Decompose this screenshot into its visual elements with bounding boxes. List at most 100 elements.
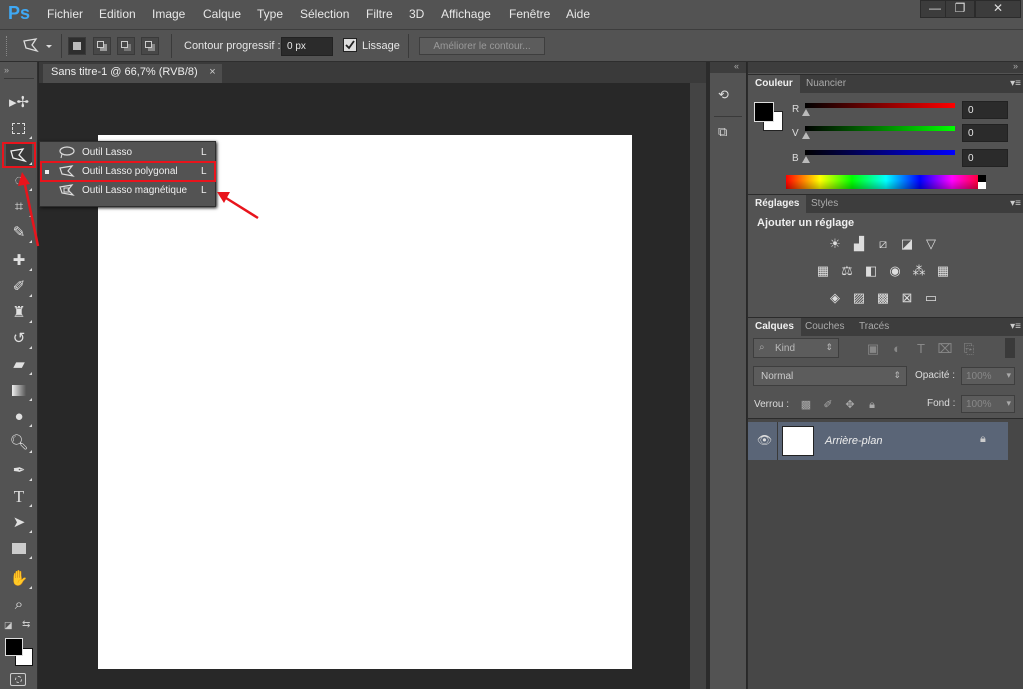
color-spectrum-ramp[interactable]	[786, 175, 986, 189]
photo-filter-icon[interactable]: ◉	[887, 263, 903, 279]
fill-field[interactable]: 100% ▾	[961, 395, 1015, 413]
green-slider[interactable]	[805, 126, 955, 131]
color-balance-icon[interactable]: ⚖	[839, 263, 855, 279]
layer-row[interactable]: 👁︎ Arrière-plan 🔒︎	[748, 422, 1008, 460]
blue-value-field[interactable]: 0	[962, 149, 1008, 167]
gradient-tool[interactable]	[6, 380, 32, 402]
clone-stamp-tool[interactable]: ♜	[6, 302, 32, 324]
green-value-field[interactable]: 0	[962, 124, 1008, 142]
panel-menu-icon[interactable]: ▾≡	[1010, 321, 1021, 332]
spectrum-white-swatch[interactable]	[978, 182, 986, 189]
lock-label: Verrou :	[754, 399, 790, 410]
divider	[408, 34, 409, 58]
lock-all-icon[interactable]: 🔒︎	[864, 397, 880, 413]
quick-mask-button[interactable]	[10, 673, 26, 686]
expand-dock-icon[interactable]: »	[1013, 61, 1018, 71]
type-tool[interactable]: T	[6, 486, 32, 508]
spectrum-black-swatch[interactable]	[978, 175, 986, 182]
pen-icon: ✒	[12, 462, 26, 479]
exposure-icon[interactable]: ◪	[899, 236, 915, 252]
threshold-icon[interactable]: ▩	[875, 290, 891, 306]
lock-transparency-icon[interactable]: ▩	[798, 397, 814, 413]
eye-icon: 👁︎	[757, 433, 773, 447]
color-foreground-swatch[interactable]	[754, 102, 774, 122]
layer-filter-dropdown[interactable]: ⌕ Kind ⇕	[753, 338, 839, 358]
path-selection-tool[interactable]: ➤	[6, 512, 32, 534]
lock-pixels-icon[interactable]: ✐	[820, 397, 836, 413]
gradient-map-icon[interactable]: ▭	[923, 290, 939, 306]
arrow-icon: ➤	[12, 514, 26, 531]
opacity-field[interactable]: 100% ▾	[961, 367, 1015, 385]
brightness-contrast-icon[interactable]: ☀	[827, 236, 843, 252]
filter-pixel-icon[interactable]: ▣	[865, 341, 881, 357]
layer-visibility-toggle[interactable]: 👁︎	[748, 422, 778, 460]
red-value-field[interactable]: 0	[962, 101, 1008, 119]
layer-thumbnail	[782, 426, 814, 456]
properties-panel-button[interactable]: ⧉	[718, 124, 738, 146]
annotation-arrows	[18, 172, 259, 247]
hand-tool[interactable]: ✋	[6, 568, 32, 590]
collapse-strip-icon[interactable]: «	[734, 61, 739, 71]
eraser-tool[interactable]: ▰	[6, 354, 32, 376]
filter-toggle-switch[interactable]	[1005, 338, 1015, 358]
filter-type-icon[interactable]: T	[913, 341, 929, 357]
tab-calques[interactable]: Calques	[748, 318, 801, 337]
green-slider-thumb[interactable]	[802, 132, 810, 139]
history-brush-tool[interactable]: ↺	[6, 328, 32, 350]
swap-colors-icon[interactable]: ⇆	[22, 619, 30, 630]
dock-header: »	[748, 61, 1023, 73]
properties-icon: ⧉	[718, 124, 728, 139]
panel-menu-icon[interactable]: ▾≡	[1010, 198, 1021, 209]
default-colors-icon[interactable]: ◪	[4, 620, 13, 631]
filter-shape-icon[interactable]: ⌧	[937, 341, 953, 357]
menu-filtre[interactable]: Filtre	[366, 7, 393, 21]
foreground-color-swatch[interactable]	[5, 638, 23, 656]
tab-couches[interactable]: Couches	[798, 318, 851, 337]
vertical-scrollbar[interactable]	[690, 83, 706, 689]
posterize-icon[interactable]: ▨	[851, 290, 867, 306]
tab-nuancier[interactable]: Nuancier	[799, 75, 853, 94]
menu-affichage[interactable]: Affichage	[441, 7, 491, 21]
blue-slider-thumb[interactable]	[802, 156, 810, 163]
red-slider[interactable]	[805, 103, 955, 108]
menu-fenetre[interactable]: Fenêtre	[509, 7, 550, 21]
menu-aide[interactable]: Aide	[566, 7, 590, 21]
pen-tool[interactable]: ✒	[6, 460, 32, 482]
levels-icon[interactable]: ▟	[851, 236, 867, 252]
stamp-icon: ♜	[12, 304, 26, 321]
filter-adjustment-icon[interactable]: ◐	[889, 341, 905, 357]
layer-name[interactable]: Arrière-plan	[825, 435, 882, 447]
channel-mixer-icon[interactable]: ⁂	[911, 263, 927, 279]
rectangle-icon	[12, 543, 26, 554]
selective-color-icon[interactable]: ⊠	[899, 290, 915, 306]
blur-tool[interactable]: ●	[6, 406, 32, 428]
color-lookup-icon[interactable]: ▦	[935, 263, 951, 279]
refine-edge-button[interactable]: Améliorer le contour...	[419, 37, 545, 55]
search-icon: ⌕	[759, 342, 765, 353]
tab-styles[interactable]: Styles	[804, 195, 845, 214]
black-white-icon[interactable]: ◧	[863, 263, 879, 279]
antialias-checkbox[interactable]	[343, 38, 357, 52]
red-slider-thumb[interactable]	[802, 109, 810, 116]
history-panel-button[interactable]: ⟲	[718, 87, 738, 109]
hue-saturation-icon[interactable]: ▦	[815, 263, 831, 279]
menu-selection[interactable]: Sélection	[300, 7, 349, 21]
panel-menu-icon[interactable]: ▾≡	[1010, 78, 1021, 89]
tab-reglages[interactable]: Réglages	[748, 195, 807, 214]
zoom-tool[interactable]: ⌕	[6, 594, 32, 616]
curves-icon[interactable]: ⧄	[875, 236, 891, 252]
menu-3d[interactable]: 3D	[409, 7, 424, 21]
close-window-button[interactable]: ✕	[975, 0, 1021, 18]
blue-slider[interactable]	[805, 150, 955, 155]
dodge-tool[interactable]: 🔍︎	[6, 432, 32, 454]
blend-mode-dropdown[interactable]: Normal ⇕	[753, 366, 907, 386]
brush-tool[interactable]: ✐	[6, 276, 32, 298]
filter-smart-object-icon[interactable]: ⎘	[961, 341, 977, 357]
restore-button[interactable]: ❐	[945, 0, 975, 18]
rectangle-tool[interactable]	[6, 538, 32, 560]
vibrance-icon[interactable]: ▽	[923, 236, 939, 252]
tab-couleur[interactable]: Couleur	[748, 75, 800, 94]
tab-traces[interactable]: Tracés	[852, 318, 896, 337]
lock-position-icon[interactable]: ✥	[842, 397, 858, 413]
invert-icon[interactable]: ◈	[827, 290, 843, 306]
